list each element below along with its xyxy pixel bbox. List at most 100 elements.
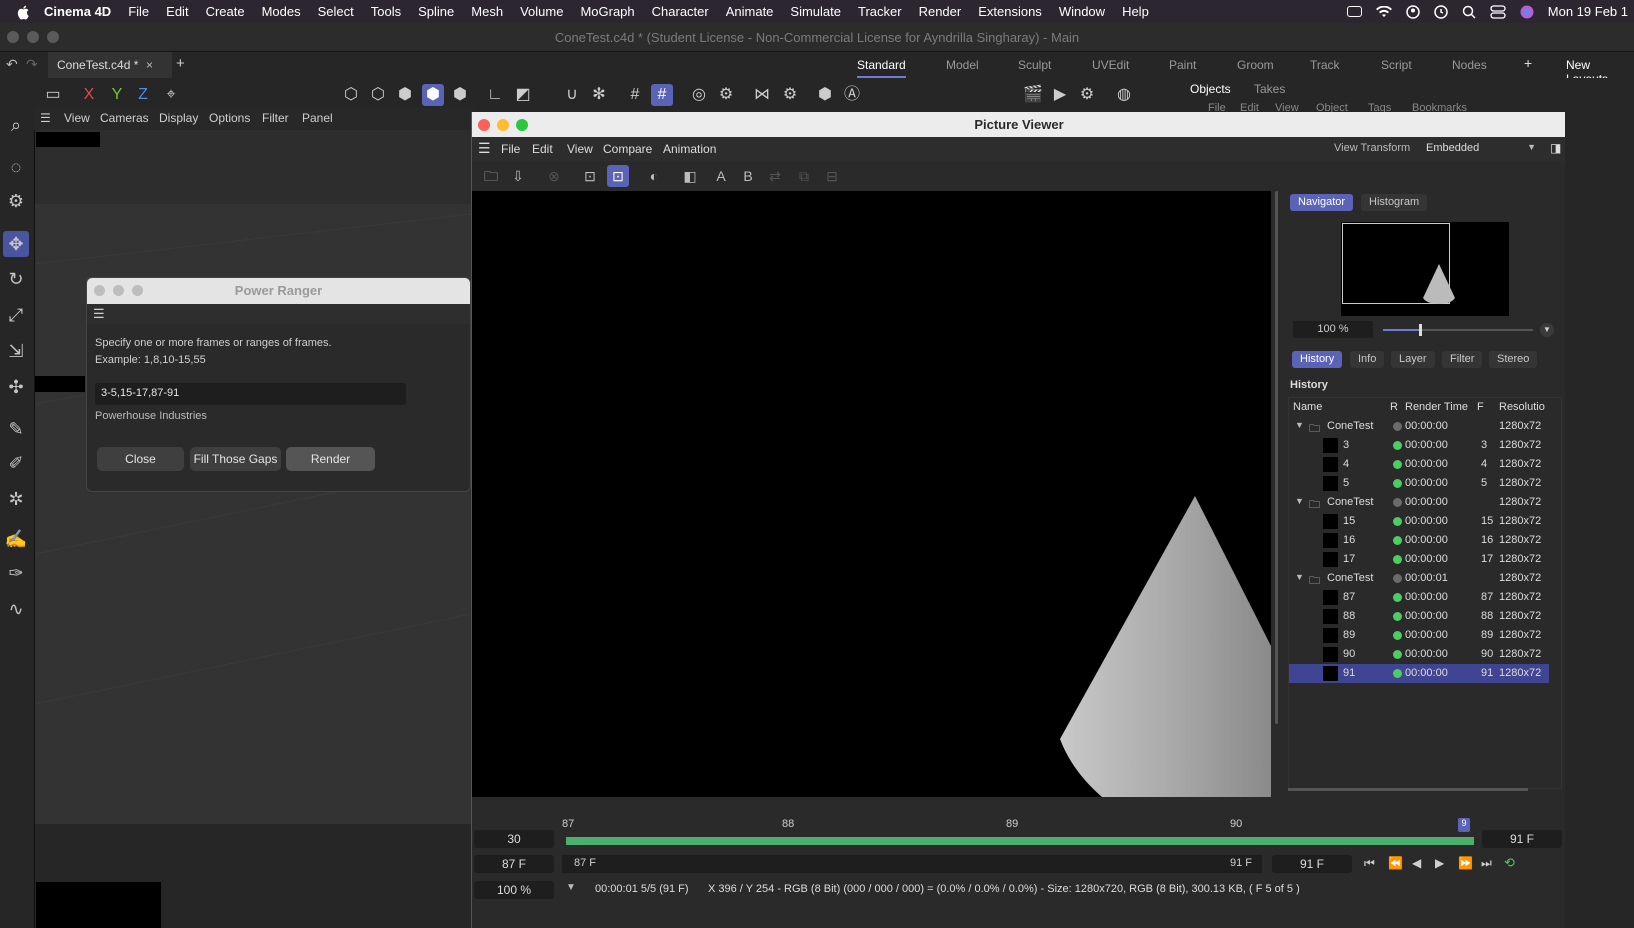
layout-split-icon[interactable]: ◨ [1550,141,1561,155]
menu-help[interactable]: Help [1122,4,1149,19]
history-frame-row[interactable]: 3 00:00:00 3 1280x72 [1289,436,1549,455]
scale-tool-icon[interactable]: ⤢ [3,302,29,328]
pv-menu-edit[interactable]: Edit [532,142,553,156]
history-frame-row[interactable]: 89 00:00:00 89 1280x72 [1289,626,1549,645]
pv-hamburger-icon[interactable]: ☰ [478,140,491,157]
expand-chevron-icon[interactable]: ▼ [1295,420,1304,430]
user-icon[interactable] [1406,4,1420,19]
menu-edit[interactable]: Edit [166,4,188,19]
render-settings-clapper-icon[interactable]: ⚙ [1076,84,1098,106]
grid-snap-icon[interactable]: # [624,84,646,106]
swap-ab-icon[interactable]: ⇄ [764,165,786,187]
color-channel-icon[interactable]: ◐ [643,165,665,187]
viewport-hamburger-icon[interactable]: ☰ [40,111,51,125]
document-tab[interactable]: ConeTest.c4d * × [48,52,172,78]
col-render-time[interactable]: Render Time [1405,401,1468,413]
layout-groom[interactable]: Groom [1237,58,1274,72]
menu-extensions[interactable]: Extensions [978,4,1042,19]
add-layout-icon[interactable]: + [1524,55,1532,71]
viewport-menu-options[interactable]: Options [209,111,250,125]
viewport-menu-cameras[interactable]: Cameras [100,111,149,125]
teapot-render-icon[interactable]: ◍ [1113,84,1135,106]
navigator-zoom-field[interactable]: 100 % [1293,321,1373,338]
coordinate-system-icon[interactable]: ⌖ [160,84,182,106]
uv-mode-icon[interactable]: ⬢ [449,84,471,106]
fps-field[interactable]: 30 [474,830,554,848]
go-to-start-icon[interactable]: ⏮ [1364,856,1375,871]
compare-icon[interactable]: ◧ [679,165,701,187]
prev-key-icon[interactable]: ⏪ [1388,856,1403,870]
open-folder-icon[interactable]: 🗀 [480,165,502,187]
layout-script[interactable]: Script [1381,58,1412,72]
col-f[interactable]: F [1477,401,1484,413]
siri-icon[interactable] [1520,5,1534,19]
layout-uvedit[interactable]: UVEdit [1092,58,1129,72]
spotlight-search-icon[interactable] [1462,5,1476,19]
menu-create[interactable]: Create [206,4,245,19]
history-group-row[interactable]: ▼ 🗀 ConeTest 00:00:01 1280x72 [1289,569,1549,588]
layout-track[interactable]: Track [1310,58,1340,72]
history-frame-row[interactable]: 88 00:00:00 88 1280x72 [1289,607,1549,626]
menu-mesh[interactable]: Mesh [471,4,503,19]
mograph-cloner-icon[interactable]: ✲ [3,486,29,512]
loop-icon[interactable]: ⟲ [1504,855,1515,871]
tab-info[interactable]: Info [1350,351,1385,368]
history-frame-row[interactable]: 15 00:00:00 15 1280x72 [1289,512,1549,531]
set-a-button[interactable]: A [710,165,732,187]
fill-gaps-button[interactable]: Fill Those Gaps [190,447,281,471]
menu-mograph[interactable]: MoGraph [580,4,634,19]
edges-mode-icon[interactable]: ⬡ [367,84,389,106]
menu-select[interactable]: Select [318,4,354,19]
symmetry-settings-icon[interactable]: ⚙ [779,84,801,106]
timeline-playhead[interactable]: 9 [1458,818,1470,832]
menu-file[interactable]: File [128,4,149,19]
zoom-slider-handle[interactable] [1419,324,1422,336]
menu-simulate[interactable]: Simulate [790,4,841,19]
next-key-icon[interactable]: ⏩ [1458,856,1473,870]
menu-character[interactable]: Character [652,4,709,19]
battery-icon[interactable] [1346,6,1362,17]
zoom-chevron-down-icon[interactable]: ▼ [566,882,576,893]
menubar-clock[interactable]: Mon 19 Feb 1 [1548,4,1628,19]
magnet-icon[interactable]: ∪ [561,84,583,106]
tab-filter[interactable]: Filter [1442,351,1483,368]
stop-render-icon[interactable]: ⊗ [543,165,565,187]
workplane-snap-icon[interactable]: # [651,84,673,106]
history-group-row[interactable]: ▼ 🗀 ConeTest 00:00:00 1280x72 [1289,493,1549,512]
menu-modes[interactable]: Modes [262,4,301,19]
layout-toggle-icon[interactable]: ▭ [42,84,64,106]
range-slider[interactable]: 87 F 91 F [562,855,1262,873]
render-view-icon[interactable]: 🎬 [1022,84,1044,106]
brush-tool-icon[interactable]: ✍ [3,526,29,552]
render-picture-viewer-icon[interactable]: ▶ [1049,84,1071,106]
play-backward-icon[interactable]: ◀ [1412,856,1421,870]
col-resolution[interactable]: Resolutio [1499,401,1545,413]
viewport-menu-display[interactable]: Display [159,111,198,125]
history-frame-row[interactable]: 5 00:00:00 5 1280x72 [1289,474,1549,493]
apple-icon[interactable] [16,4,32,20]
move-tool-icon[interactable]: ✥ [3,231,29,257]
set-b-button[interactable]: B [737,165,759,187]
wifi-icon[interactable] [1375,5,1392,18]
zoom-menu-icon[interactable]: ▼ [1540,323,1554,337]
history-frame-row[interactable]: 17 00:00:00 17 1280x72 [1289,550,1549,569]
axis-mode-icon[interactable]: ∟ [484,84,506,106]
live-selection-icon[interactable]: ◌ [3,154,29,180]
menu-tools[interactable]: Tools [371,4,401,19]
add-tab-icon[interactable]: + [176,55,185,72]
rotate-tool-icon[interactable]: ↻ [3,266,29,292]
expand-chevron-icon[interactable]: ▼ [1295,572,1304,582]
symmetry-icon[interactable]: ⋈ [751,84,773,106]
close-tab-icon[interactable]: × [146,58,153,72]
menu-window[interactable]: Window [1059,4,1105,19]
menu-app-name[interactable]: Cinema 4D [44,4,111,19]
region-render-icon[interactable]: ⊡ [579,165,601,187]
dialog-hamburger-icon[interactable]: ☰ [93,306,105,322]
snap-tool-icon[interactable]: ✣ [3,374,29,400]
history-frame-row[interactable]: 4 00:00:00 4 1280x72 [1289,455,1549,474]
zoom-slider-track[interactable] [1383,324,1533,336]
layout-sculpt[interactable]: Sculpt [1018,58,1051,72]
close-button[interactable]: Close [97,447,184,471]
viewport-menu-panel[interactable]: Panel [302,111,333,125]
col-name[interactable]: Name [1293,401,1322,413]
